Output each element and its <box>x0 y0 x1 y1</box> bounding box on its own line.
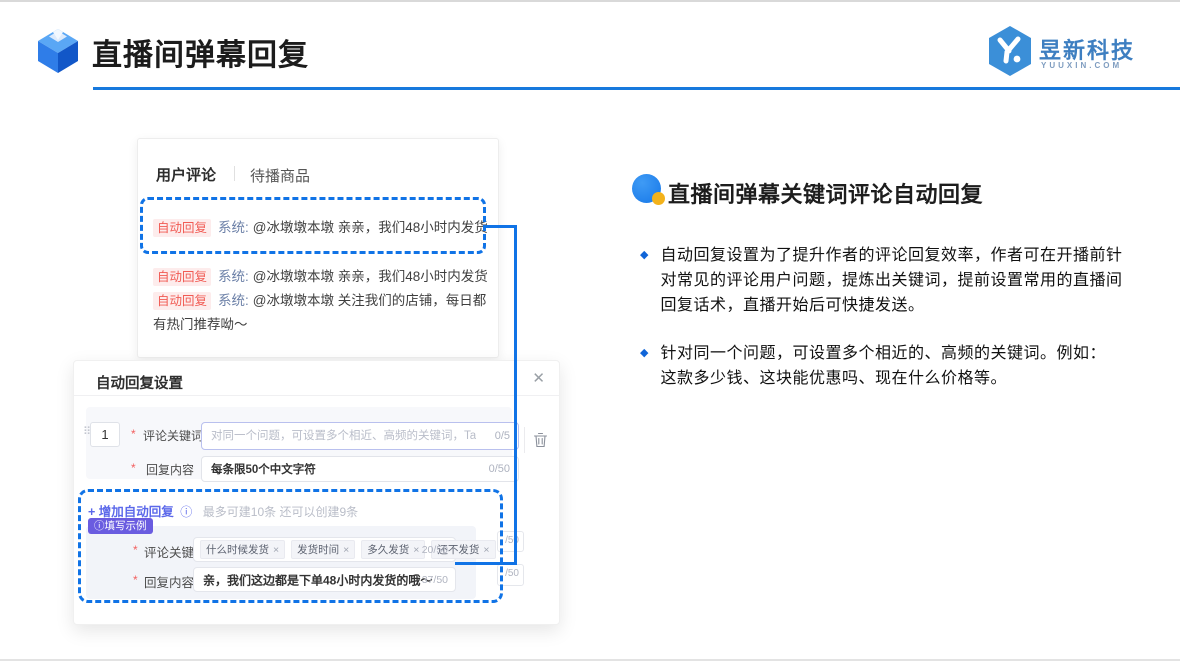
required-mark: * <box>131 427 136 441</box>
auto-reply-message: 自动回复 系统: @冰墩墩本墩 关注我们的店铺，每日都有热门推荐呦～ <box>153 289 489 337</box>
modal-header-divider <box>74 395 559 396</box>
modal-title: 自动回复设置 <box>96 376 183 392</box>
brand-domain: YUUXIN.COM <box>1041 61 1123 70</box>
rule-index-input[interactable] <box>90 422 120 447</box>
feature-bullet: ◆ 针对同一个问题，可设置多个相近的、高频的关键词。例如：这款多少钱、这块能优惠… <box>640 341 1110 391</box>
message-sender: 系统: <box>218 269 249 284</box>
keyword-input[interactable] <box>202 423 518 449</box>
reply-input[interactable] <box>202 457 518 481</box>
chat-bubble-dot-icon <box>652 192 665 205</box>
highlight-box-message <box>140 197 486 254</box>
feature-bullet-text: 自动回复设置为了提升作者的评论回复效率，作者可在开播前针对常见的评论用户问题，提… <box>660 247 1123 314</box>
cube-logo-icon <box>36 28 80 79</box>
delete-row-icon[interactable] <box>533 432 548 453</box>
message-text: @冰墩墩本墩 亲亲，我们48小时内发货 <box>252 269 488 284</box>
reply-field: 0/50 <box>201 456 519 482</box>
page-title: 直播间弹幕回复 <box>92 39 309 72</box>
reply-label: 回复内容 <box>146 463 195 477</box>
required-mark: * <box>131 461 136 475</box>
top-edge-divider <box>0 0 1180 2</box>
tab-divider <box>234 166 235 181</box>
diamond-bullet-icon: ◆ <box>640 249 649 261</box>
connector-line-top <box>486 225 517 228</box>
row-actions-divider <box>524 427 525 453</box>
connector-line-bottom <box>455 562 517 565</box>
diamond-bullet-icon: ◆ <box>640 347 649 359</box>
auto-reply-badge: 自动回复 <box>153 268 212 286</box>
page: 直播间弹幕回复 昱新科技 YUUXIN.COM 用户评论 待播商品 自动回复 系统… <box>0 0 1180 664</box>
brand-logo: 昱新科技 YUUXIN.COM <box>987 25 1177 83</box>
close-icon[interactable]: ✕ <box>532 369 545 387</box>
connector-line-vertical <box>514 225 517 565</box>
feature-bullet-text: 针对同一个问题，可设置多个相近的、高频的关键词。例如：这款多少钱、这块能优惠吗、… <box>660 345 1106 387</box>
reply-counter: 0/50 <box>488 463 510 475</box>
message-sender: 系统: <box>218 293 249 308</box>
bottom-edge-divider <box>0 659 1180 661</box>
feature-heading: 直播间弹幕关键词评论自动回复 <box>668 182 984 207</box>
feature-bullet: ◆ 自动回复设置为了提升作者的评论回复效率，作者可在开播前针对常见的评论用户问题… <box>640 243 1138 318</box>
highlight-box-example <box>78 489 503 603</box>
keyword-label: 评论关键词 <box>143 429 204 443</box>
tab-pending-products[interactable]: 待播商品 <box>250 165 310 186</box>
keyword-field: 0/5 <box>201 422 519 450</box>
tab-user-comments[interactable]: 用户评论 <box>156 164 216 185</box>
auto-reply-message: 自动回复 系统: @冰墩墩本墩 亲亲，我们48小时内发货 <box>153 265 488 289</box>
header-underline <box>93 87 1180 90</box>
brand-hexagon-icon <box>987 25 1033 82</box>
auto-reply-badge: 自动回复 <box>153 292 212 310</box>
keyword-counter: 0/5 <box>494 430 510 442</box>
